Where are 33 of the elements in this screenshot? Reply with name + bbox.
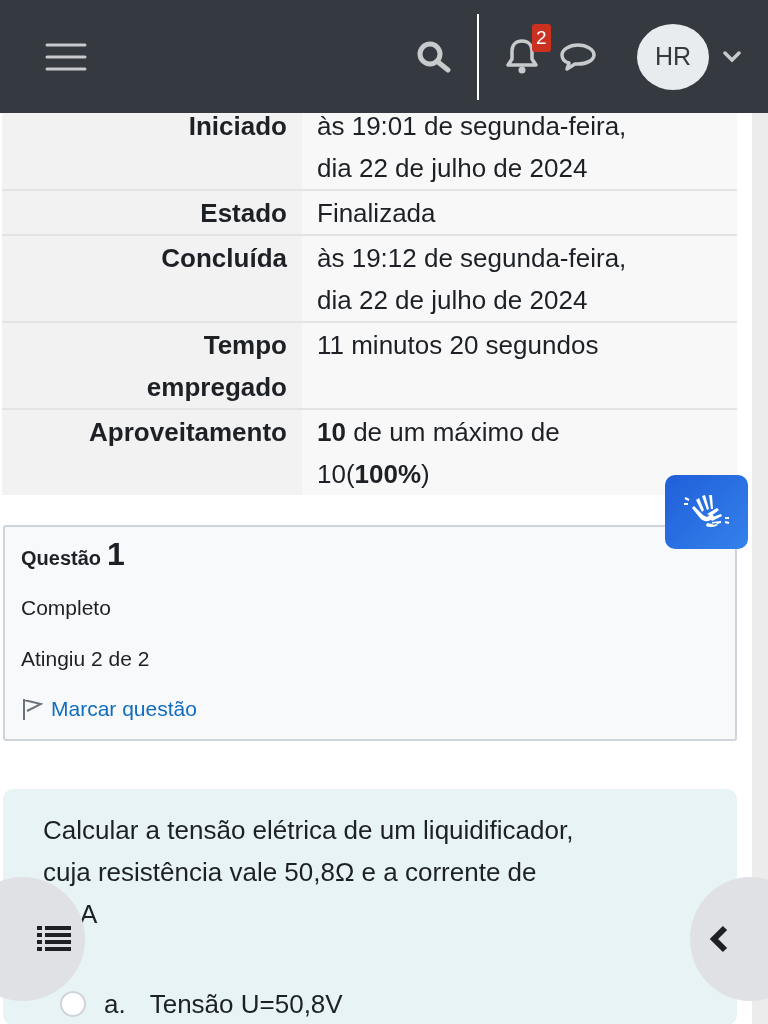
search-icon bbox=[417, 40, 451, 73]
list-icon bbox=[36, 926, 71, 952]
summary-value: Finalizada bbox=[317, 198, 436, 228]
summary-value: 11 minutos 20 segundos bbox=[317, 330, 599, 360]
summary-value: às 19:12 de segunda-feira, dia 22 de julho de 2024 bbox=[317, 243, 627, 315]
chevron-left-icon bbox=[708, 924, 730, 954]
summary-value: 10 de um máximo de 10(100%) bbox=[317, 417, 560, 489]
search-button[interactable] bbox=[417, 40, 451, 73]
accessibility-button[interactable] bbox=[665, 475, 748, 549]
radio-button[interactable] bbox=[60, 990, 86, 1017]
messages-button[interactable] bbox=[559, 41, 597, 72]
bell-icon bbox=[505, 37, 539, 76]
summary-label: Aproveitamento bbox=[89, 416, 287, 449]
user-avatar[interactable]: HR bbox=[637, 23, 709, 90]
summary-value: às 19:01 de segunda-feira, dia 22 de julho de 2024 bbox=[317, 111, 627, 183]
caret-icon bbox=[723, 51, 741, 64]
summary-label: Iniciado bbox=[188, 110, 287, 143]
question-text-end: A bbox=[80, 898, 98, 929]
flag-icon bbox=[21, 697, 43, 722]
notification-count: 2 bbox=[532, 23, 551, 52]
option-text: Tensão U=50,8V bbox=[149, 987, 343, 1021]
question-label: Questão bbox=[21, 547, 102, 569]
summary-label: Estado bbox=[200, 197, 287, 230]
notifications-button[interactable] bbox=[505, 37, 539, 76]
summary-label: Concluída bbox=[161, 242, 287, 275]
summary-label: Tempo empregado bbox=[145, 329, 287, 404]
question-text: Calcular a tensão elétrica de um liquidificador, cuja resistência vale 50,8Ω e a corrente de bbox=[43, 813, 575, 889]
option-letter: a. bbox=[104, 987, 126, 1021]
question-number: 1 bbox=[106, 536, 125, 572]
speech-bubble-icon bbox=[559, 41, 597, 72]
question-grade: Atingiu 2 de 2 bbox=[21, 646, 150, 670]
flag-question-link[interactable]: Marcar questão bbox=[51, 693, 197, 725]
question-state: Completo bbox=[21, 596, 111, 620]
